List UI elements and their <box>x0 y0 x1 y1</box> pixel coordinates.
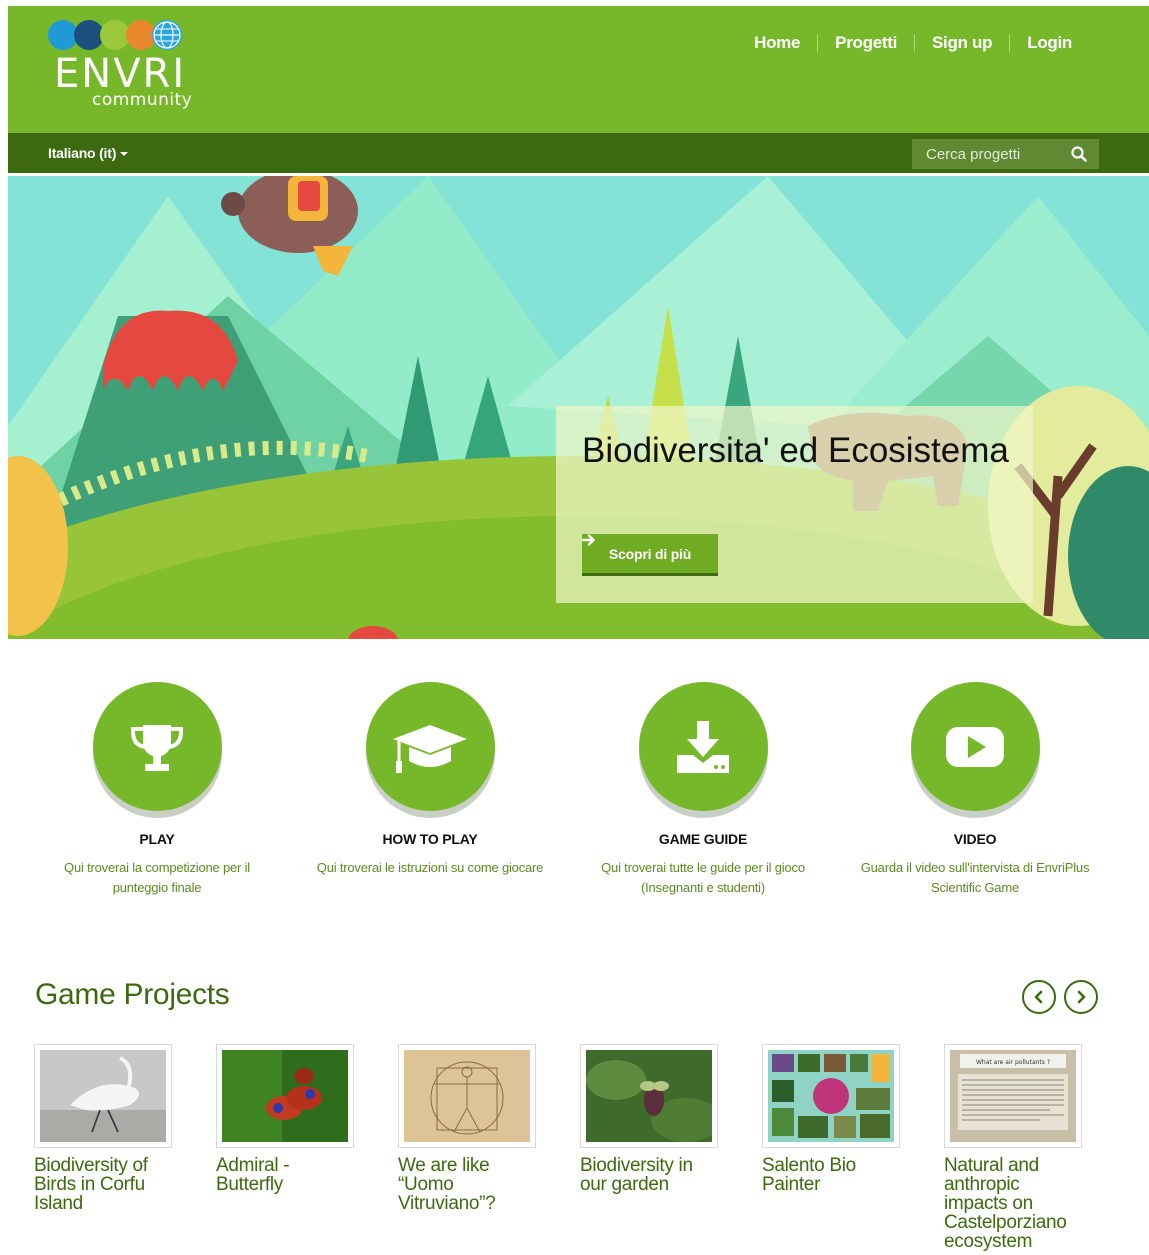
site-header: ENVRI community Home Progetti Sign up Lo… <box>8 6 1149 133</box>
top-navigation: Home Progetti Sign up Login <box>737 34 1089 52</box>
video-circle-button[interactable] <box>910 682 1040 811</box>
thumb-heading: What are air pollutants ? <box>976 1059 1050 1066</box>
logo-circles <box>48 20 208 50</box>
feature-title: VIDEO <box>953 831 997 847</box>
project-card[interactable]: Biodiversity in our garden <box>580 1044 718 1194</box>
logo-word: ENVRI <box>54 51 187 97</box>
project-card[interactable]: Admiral - Butterfly <box>216 1044 354 1194</box>
hero-title: Biodiversita' ed Ecosistema <box>582 431 1009 470</box>
feature-description: Qui troverai la competizione per il punt… <box>64 860 250 895</box>
butterfly-photo <box>222 1050 348 1142</box>
envri-logo[interactable]: ENVRI community <box>48 20 208 130</box>
hero-discover-button[interactable]: Scopri di più <box>582 534 718 576</box>
hero-banner: Biodiversita' ed Ecosistema Scopri di pi… <box>8 176 1149 639</box>
game-guide-circle-button[interactable] <box>638 682 768 811</box>
nav-progetti-link[interactable]: Progetti <box>817 34 914 52</box>
feature-how-to-play[interactable]: HOW TO PLAY Qui troverai le istruzioni s… <box>305 682 555 878</box>
feature-video[interactable]: VIDEO Guarda il video sull'intervista di… <box>850 682 1100 898</box>
feature-title: HOW TO PLAY <box>382 831 478 847</box>
download-icon <box>677 720 729 773</box>
project-thumbnail[interactable] <box>216 1044 354 1148</box>
project-title[interactable]: Natural and anthropic impacts on Castelp… <box>944 1156 1082 1251</box>
search-button[interactable] <box>1059 139 1099 169</box>
caret-down-icon <box>120 152 129 157</box>
play-video-icon <box>946 726 1004 767</box>
nav-home-link[interactable]: Home <box>737 34 817 52</box>
nav-signup-link[interactable]: Sign up <box>914 34 1009 52</box>
play-circle-button[interactable] <box>92 682 222 811</box>
graduation-cap-icon <box>393 724 467 773</box>
language-label: Italiano (it) <box>48 145 117 161</box>
project-title[interactable]: Salento Bio Painter <box>762 1156 900 1194</box>
project-title[interactable]: We are like “Uomo Vitruviano”? <box>398 1156 536 1213</box>
project-title[interactable]: Biodiversity in our garden <box>580 1156 718 1194</box>
project-thumbnail[interactable] <box>762 1044 900 1148</box>
feature-description: Qui troverai le istruzioni su come gioca… <box>316 860 544 875</box>
feature-title: PLAY <box>139 831 175 847</box>
language-dropdown[interactable]: Italiano (it) <box>48 145 129 161</box>
project-thumbnail[interactable] <box>398 1044 536 1148</box>
hero-caption-box: Biodiversita' ed Ecosistema Scopri di pi… <box>556 406 1033 603</box>
feature-title: GAME GUIDE <box>658 831 748 847</box>
carousel-next-button[interactable] <box>1064 980 1098 1014</box>
game-projects-title: Game Projects <box>35 978 230 1011</box>
trophy-icon <box>130 724 184 771</box>
poster-collage-image <box>768 1050 894 1142</box>
project-thumbnail[interactable] <box>34 1044 172 1148</box>
orchid-photo <box>586 1050 712 1142</box>
feature-description: Guarda il video sull'intervista di Envri… <box>860 860 1090 895</box>
vitruvian-man-image <box>404 1050 530 1142</box>
hero-button-label: Scopri di più <box>608 545 692 562</box>
project-title[interactable]: Biodiversity of Birds in Corfu Island <box>34 1156 172 1213</box>
search-box <box>912 139 1099 169</box>
logo-subtitle: community <box>92 90 193 110</box>
arrow-right-icon <box>582 534 595 546</box>
nav-login-link[interactable]: Login <box>1009 34 1089 52</box>
project-card[interactable]: We are like “Uomo Vitruviano”? <box>398 1044 536 1213</box>
feature-game-guide[interactable]: GAME GUIDE Qui troverai tutte le guide p… <box>578 682 828 898</box>
chevron-left-icon <box>1034 990 1043 1004</box>
feature-play[interactable]: PLAY Qui troverai la competizione per il… <box>32 682 282 898</box>
project-card[interactable]: Salento Bio Painter <box>762 1044 900 1194</box>
sub-navbar: Italiano (it) <box>8 133 1149 173</box>
project-thumbnail[interactable]: What are air pollutants ? <box>944 1044 1082 1148</box>
project-card[interactable]: Biodiversity of Birds in Corfu Island <box>34 1044 172 1213</box>
text-slide-image: What are air pollutants ? <box>950 1050 1076 1142</box>
search-input[interactable] <box>912 139 1062 169</box>
project-thumbnail[interactable] <box>580 1044 718 1148</box>
project-title[interactable]: Admiral - Butterfly <box>216 1156 354 1194</box>
feature-description: Qui troverai tutte le guide per il gioco… <box>601 860 805 895</box>
chevron-right-icon <box>1077 990 1086 1004</box>
carousel-prev-button[interactable] <box>1022 980 1056 1014</box>
egret-photo <box>40 1050 166 1142</box>
how-to-play-circle-button[interactable] <box>365 682 495 811</box>
project-card[interactable]: What are air pollutants ? Natural and an… <box>944 1044 1082 1251</box>
search-icon <box>1071 146 1087 162</box>
